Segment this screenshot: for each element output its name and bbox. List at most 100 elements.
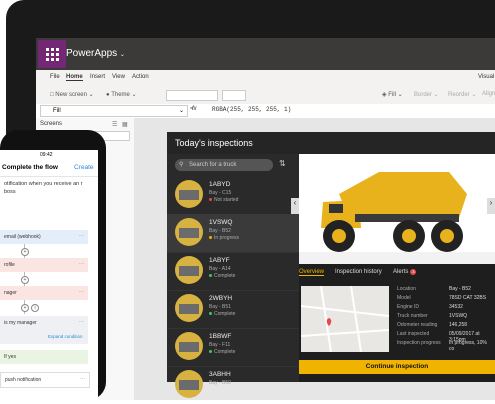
screens-panel-title: Screens — [40, 121, 63, 127]
truck-row[interactable]: 3ABHH Bay - B50 — [167, 366, 299, 404]
truck-id: 3ABHH — [209, 371, 231, 378]
truck-row[interactable]: 1VSWQ Bay - B52 In progress — [167, 214, 299, 253]
flow-step[interactable]: rofile ··· — [0, 258, 88, 272]
formula-input[interactable]: RGBA(255, 255, 255, 1) — [212, 106, 291, 113]
ribbon-toolbar: □ New screen ⌄ ● Theme ⌄ ◈ Fill ⌄ Border… — [36, 86, 495, 105]
theme-button[interactable]: ● Theme ⌄ — [106, 91, 137, 98]
menu-visual[interactable]: Visual — [478, 74, 494, 80]
truck-thumbnail — [175, 332, 203, 360]
chevron-down-icon: ⌄ — [119, 52, 125, 58]
more-icon[interactable]: ··· — [79, 319, 84, 325]
status-dot-icon — [209, 274, 212, 278]
info-icon[interactable]: i — [31, 304, 39, 312]
truck-status: Complete — [209, 273, 235, 279]
app-header: Today's inspections — [167, 132, 495, 154]
truck-id: 1ABYD — [209, 181, 231, 188]
truck-thumbnail — [175, 294, 203, 322]
create-button[interactable]: Create — [74, 164, 94, 171]
truck-bay: Bay - B50 — [209, 380, 231, 386]
grid-view-icon[interactable]: ▦ — [122, 121, 128, 128]
truck-status-text: Complete — [214, 311, 236, 317]
detail-row-odometer: Odometer reading 146,258 — [397, 322, 493, 328]
status-dot-icon — [209, 350, 212, 354]
add-step-icon[interactable]: + — [21, 276, 29, 284]
alerts-count-badge: 3 — [410, 269, 417, 275]
align-button[interactable]: Align — [482, 91, 495, 97]
menu-view[interactable]: View — [112, 74, 125, 80]
detail-row-location: Location Bay - B52 — [397, 286, 493, 292]
chevron-down-icon: ⌄ — [178, 108, 184, 114]
menu-action[interactable]: Action — [132, 74, 149, 80]
sort-icon[interactable]: ⇅ — [279, 159, 286, 168]
truck-bay: Bay - B51 — [209, 304, 231, 310]
title-bar: PowerApps ⌄ — [36, 38, 495, 70]
menu-file[interactable]: File — [50, 74, 60, 80]
truck-row[interactable]: 2WBYH Bay - B51 Complete — [167, 290, 299, 329]
font-dropdown[interactable] — [166, 90, 218, 101]
truck-status: In progress — [209, 235, 239, 241]
truck-search-input[interactable]: ⚲ Search for a truck — [175, 159, 273, 171]
flow-step-label: nager — [4, 290, 17, 296]
add-step-icon[interactable]: + — [21, 248, 29, 256]
truck-status-text: Not started — [214, 197, 239, 203]
more-icon[interactable]: ··· — [79, 289, 84, 295]
detail-value: Bay - B52 — [449, 286, 471, 292]
fill-label: Fill — [388, 92, 396, 98]
menu-insert[interactable]: Insert — [90, 74, 105, 80]
tab-alerts-label: Alerts — [393, 269, 409, 275]
truck-row[interactable]: 1ABYF Bay - A14 Complete — [167, 252, 299, 291]
status-dot-icon — [209, 198, 212, 202]
detail-row-model: Model 78SD CAT 32BS — [397, 295, 493, 301]
more-icon[interactable]: ··· — [79, 261, 84, 267]
menu-home[interactable]: Home — [66, 74, 83, 81]
flow-step[interactable]: push notification ··· — [0, 372, 90, 388]
continue-inspection-button[interactable]: Continue inspection — [299, 360, 495, 374]
list-view-icon[interactable]: ☰ — [112, 121, 117, 128]
app-title[interactable]: PowerApps ⌄ — [66, 48, 125, 59]
truck-row[interactable]: 1ABYD Bay - C15 Not started — [167, 176, 299, 215]
flow-step[interactable]: email (webhook) ··· — [0, 230, 88, 244]
truck-thumbnail — [175, 256, 203, 284]
truck-row[interactable]: 1BBWF Bay - F11 Complete — [167, 328, 299, 367]
tab-alerts[interactable]: Alerts 3 — [393, 269, 417, 275]
tab-inspection-history[interactable]: Inspection history — [335, 269, 382, 275]
detail-value: 1VSWQ — [449, 313, 468, 319]
detail-value: In progress, 10% co — [449, 340, 487, 352]
detail-value: 146,258 — [449, 322, 468, 328]
expand-condition-link[interactable]: Expand condition — [48, 334, 83, 339]
overview-content: Location Bay - B52 Model 78SD CAT 32BS Eng… — [299, 284, 495, 364]
detail-row-engine: Engine ID 34532 — [397, 304, 493, 310]
flow-step[interactable]: is my manager ··· Expand condition — [0, 316, 88, 344]
previous-image-icon[interactable]: ‹ — [291, 198, 299, 214]
reorder-button[interactable]: Reorder ⌄ — [448, 91, 476, 98]
border-label: Border — [414, 92, 433, 98]
flow-step[interactable]: nager ··· — [0, 286, 88, 300]
font-size-dropdown[interactable] — [222, 90, 246, 101]
truck-bay: Bay - A14 — [209, 266, 231, 272]
status-dot-icon — [209, 236, 212, 240]
inspection-app: Today's inspections ⚲ Search for a truck… — [167, 132, 495, 398]
detail-label: Odometer reading — [397, 322, 438, 328]
fill-button[interactable]: ◈ Fill ⌄ — [382, 91, 403, 98]
app-title-text: PowerApps — [66, 48, 118, 59]
new-screen-button[interactable]: □ New screen ⌄ — [50, 91, 94, 98]
detail-row-truck-number: Truck number 1VSWQ — [397, 313, 493, 319]
more-icon[interactable]: ··· — [80, 376, 85, 382]
property-dropdown[interactable]: Fill ⌄ — [40, 105, 188, 117]
flow-step-label: is my manager — [4, 320, 37, 326]
next-image-icon[interactable]: › — [487, 198, 495, 214]
add-step-icon[interactable]: + — [21, 304, 29, 312]
location-map — [300, 285, 390, 353]
truck-id: 1VSWQ — [209, 219, 233, 226]
detail-label: Last inspected — [397, 331, 430, 337]
phone-status-bar: 09:42 — [0, 150, 98, 160]
search-icon: ⚲ — [179, 162, 184, 168]
fx-icon: fx — [192, 106, 197, 112]
border-button[interactable]: Border ⌄ — [414, 91, 439, 98]
truck-status-text: Complete — [214, 349, 236, 355]
tab-overview[interactable]: Overview — [299, 269, 325, 276]
flow-step-label: email (webhook) — [4, 234, 41, 240]
truck-id: 1ABYF — [209, 257, 230, 264]
more-icon[interactable]: ··· — [79, 233, 84, 239]
app-launcher-icon[interactable] — [38, 40, 66, 68]
